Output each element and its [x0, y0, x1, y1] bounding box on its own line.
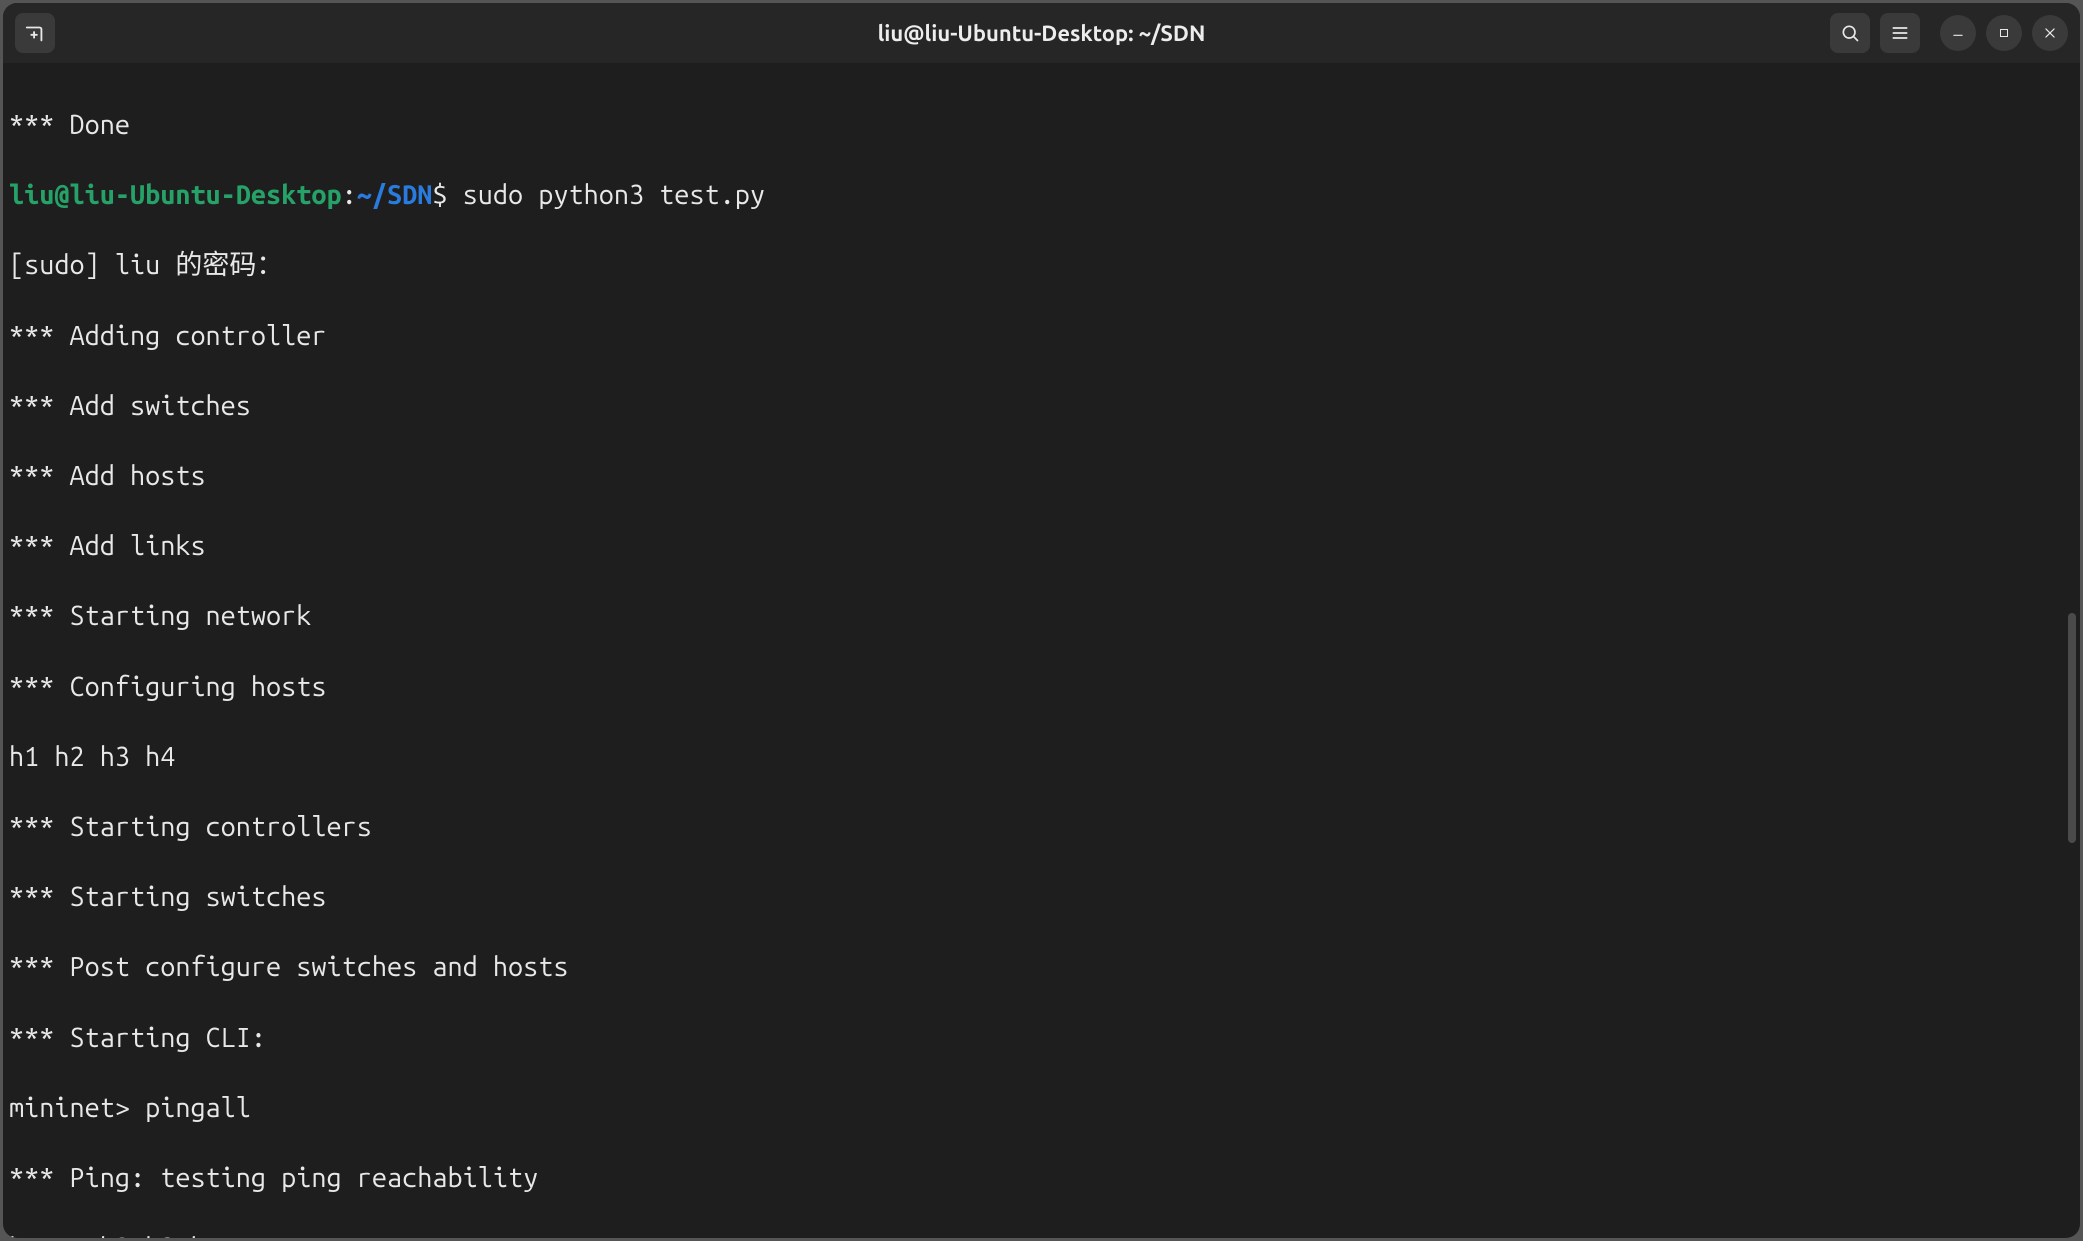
hamburger-icon: [1890, 23, 1910, 43]
output-line: *** Starting network: [9, 599, 2070, 634]
new-tab-icon: [24, 22, 46, 44]
minimize-button[interactable]: [1940, 15, 1976, 51]
minimize-icon: [1951, 26, 1965, 40]
output-line: *** Starting CLI:: [9, 1021, 2070, 1056]
prompt-user-host: liu@liu-Ubuntu-Desktop: [9, 180, 342, 210]
prompt-line: liu@liu-Ubuntu-Desktop:~/SDN$ sudo pytho…: [9, 178, 2070, 213]
search-icon: [1840, 23, 1860, 43]
output-line: *** Starting switches: [9, 880, 2070, 915]
output-line: mininet> pingall: [9, 1091, 2070, 1126]
output-line: *** Add links: [9, 529, 2070, 564]
maximize-icon: [1998, 27, 2010, 39]
output-line: [sudo] liu 的密码：: [9, 248, 2070, 283]
prompt-dollar: $: [432, 180, 462, 210]
window-title: liu@liu-Ubuntu-Desktop: ~/SDN: [878, 21, 1206, 46]
output-line: *** Starting controllers: [9, 810, 2070, 845]
output-line: h1 h2 h3 h4: [9, 740, 2070, 775]
close-button[interactable]: [2032, 15, 2068, 51]
maximize-button[interactable]: [1986, 15, 2022, 51]
output-line: *** Done: [9, 108, 2070, 143]
output-line: *** Configuring hosts: [9, 670, 2070, 705]
output-line: h1 -> h2 h3 h4: [9, 1231, 2070, 1238]
window-titlebar: liu@liu-Ubuntu-Desktop: ~/SDN: [3, 3, 2080, 63]
new-tab-button[interactable]: [15, 13, 55, 53]
close-icon: [2043, 26, 2057, 40]
scrollbar-thumb[interactable]: [2068, 613, 2076, 843]
prompt-colon: :: [342, 180, 357, 210]
prompt-tilde: ~: [357, 180, 372, 210]
output-line: *** Add hosts: [9, 459, 2070, 494]
output-line: *** Ping: testing ping reachability: [9, 1161, 2070, 1196]
output-line: *** Post configure switches and hosts: [9, 950, 2070, 985]
output-line: *** Adding controller: [9, 319, 2070, 354]
prompt-path: /SDN: [372, 180, 432, 210]
entered-command: sudo python3 test.py: [463, 180, 765, 210]
hamburger-menu-button[interactable]: [1880, 13, 1920, 53]
search-button[interactable]: [1830, 13, 1870, 53]
terminal-output[interactable]: *** Done liu@liu-Ubuntu-Desktop:~/SDN$ s…: [3, 63, 2080, 1238]
output-line: *** Add switches: [9, 389, 2070, 424]
